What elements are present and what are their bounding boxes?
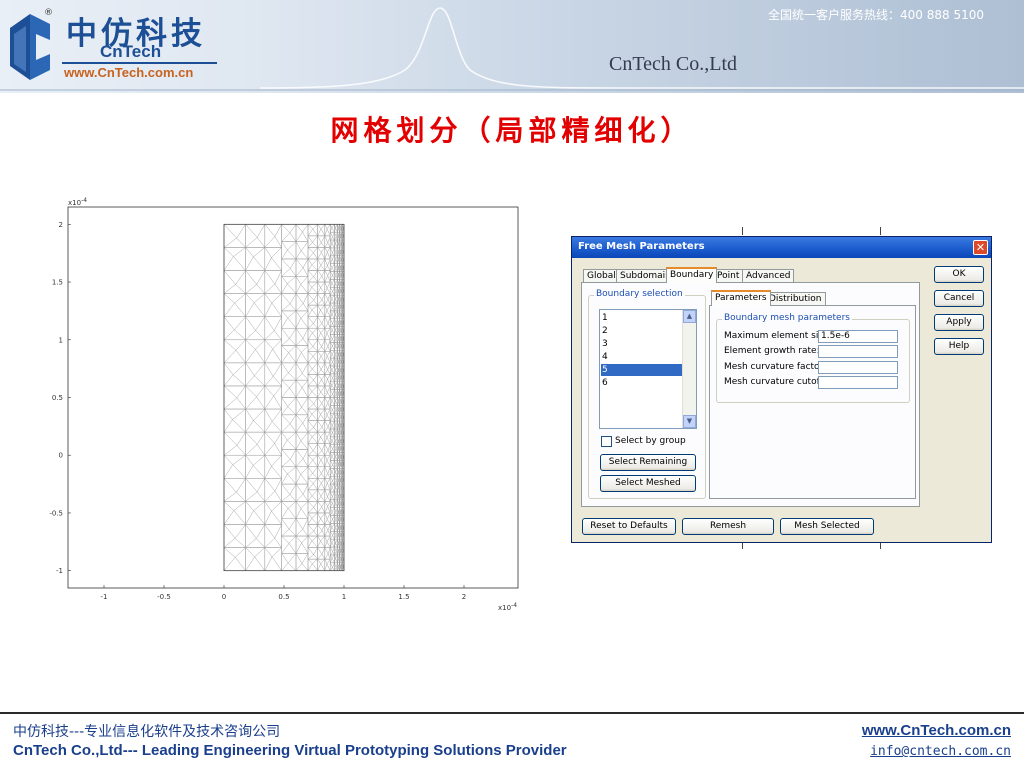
x-tick-label: -0.5: [157, 593, 171, 601]
select-remaining-button[interactable]: Select Remaining: [600, 454, 696, 471]
x-tick-label: 2: [462, 593, 466, 601]
scroll-up-icon[interactable]: ▲: [683, 310, 696, 323]
scroll-down-icon[interactable]: ▼: [683, 415, 696, 428]
tab-global[interactable]: Global: [583, 269, 620, 283]
x-tick-label: 1: [342, 593, 346, 601]
dialog-titlebar[interactable]: Free Mesh Parameters ✕: [572, 237, 991, 258]
cancel-button[interactable]: Cancel: [934, 290, 984, 307]
y-tick-label: 0.5: [52, 394, 63, 402]
footer-email-link[interactable]: info@cntech.com.cn: [870, 744, 1011, 759]
list-item[interactable]: 3: [601, 338, 683, 350]
svg-text:x10-4: x10-4: [498, 602, 517, 612]
remesh-button[interactable]: Remesh: [682, 518, 774, 535]
mesh-curvature-factor-field[interactable]: [818, 361, 898, 374]
footer-english-tagline: CnTech Co.,Ltd--- Leading Engineering Vi…: [13, 742, 567, 759]
company-english-name: CnTech Co.,Ltd: [609, 53, 738, 75]
select-meshed-button[interactable]: Select Meshed: [600, 475, 696, 492]
x-tick-label: 1.5: [398, 593, 409, 601]
y-tick-label: 1: [59, 336, 63, 344]
footer-chinese-tagline: 中仿科技---专业信息化软件及技术咨询公司: [13, 724, 281, 740]
mesh-curvature-factor-label: Mesh curvature factor:: [724, 362, 827, 372]
help-button[interactable]: Help: [934, 338, 984, 355]
ok-button[interactable]: OK: [934, 266, 984, 283]
y-axis-exponent: -4: [81, 197, 87, 204]
mesh-curvature-cutoff-label: Mesh curvature cutoff:: [724, 377, 826, 387]
boundary-selection-label: Boundary selection: [594, 289, 685, 299]
max-element-size-field[interactable]: 1.5e-6: [818, 330, 898, 343]
slide-title: 网格划分（局部精细化）: [330, 114, 694, 147]
brand-url: www.CnTech.com.cn: [64, 65, 194, 80]
element-growth-rate-field[interactable]: [818, 345, 898, 358]
reset-to-defaults-button[interactable]: Reset to Defaults: [582, 518, 676, 535]
mesh-plot: -1 -0.5 0 0.5 1 1.5 221.510.50-0.5-1 x10-4 x10…: [49, 197, 519, 612]
tab-advanced[interactable]: Advanced: [742, 269, 795, 283]
footer-divider: [0, 712, 1024, 714]
x-tick-label: 0.5: [278, 593, 289, 601]
dialog-guide-tick: [742, 227, 743, 235]
y-tick-label: 2: [59, 221, 63, 229]
brand-english-name: CnTech: [100, 42, 162, 61]
boundary-tab-panel: Boundary selection 1 2 3 4 5 6 ▲ ▼ Selec…: [581, 282, 920, 507]
close-icon[interactable]: ✕: [973, 240, 988, 255]
listbox-scrollbar[interactable]: ▲ ▼: [682, 310, 696, 428]
x-axis-multiplier: x10: [498, 604, 511, 612]
list-item[interactable]: 1: [601, 312, 683, 324]
element-growth-rate-label: Element growth rate:: [724, 346, 820, 356]
cntech-logo-icon: [10, 14, 50, 80]
brand-divider: [62, 62, 217, 64]
subtab-parameters[interactable]: Parameters: [711, 290, 771, 306]
subtab-distribution[interactable]: Distribution: [765, 292, 826, 306]
y-axis-multiplier: x10: [68, 199, 81, 207]
hotline-text: 全国统一客户服务热线：400 888 5100: [768, 8, 984, 22]
free-mesh-parameters-dialog: Free Mesh Parameters ✕ Global Subdomain …: [571, 236, 992, 543]
boundary-mesh-parameters-label: Boundary mesh parameters: [722, 313, 852, 323]
y-tick-label: 1.5: [52, 279, 63, 287]
boundary-listbox[interactable]: 1 2 3 4 5 6 ▲ ▼: [599, 309, 697, 429]
parameters-subpanel: Boundary mesh parameters Maximum element…: [709, 305, 916, 499]
tab-point[interactable]: Point: [713, 269, 744, 283]
list-item[interactable]: 4: [601, 351, 683, 363]
y-tick-label: -1: [56, 567, 63, 575]
dialog-guide-tick: [880, 227, 881, 235]
list-item[interactable]: 6: [601, 377, 683, 389]
header-banner: ® 中仿科技 CnTech www.CnTech.com.cn 全国统一客户服务…: [0, 0, 1024, 93]
tab-boundary[interactable]: Boundary: [666, 267, 718, 283]
x-axis-exponent: -4: [511, 602, 517, 609]
dialog-title: Free Mesh Parameters: [578, 241, 705, 252]
list-item[interactable]: 2: [601, 325, 683, 337]
list-item-selected[interactable]: 5: [601, 364, 683, 376]
x-tick-label: 0: [222, 593, 226, 601]
select-by-group-label: Select by group: [615, 436, 686, 446]
max-element-size-label: Maximum element size:: [724, 331, 832, 341]
registered-mark: ®: [44, 8, 53, 18]
x-tick-label: -1: [101, 593, 108, 601]
footer-website-link[interactable]: www.CnTech.com.cn: [862, 722, 1011, 739]
mesh-curvature-cutoff-field[interactable]: [818, 376, 898, 389]
y-tick-label: 0: [59, 452, 63, 460]
mesh-selected-button[interactable]: Mesh Selected: [780, 518, 874, 535]
select-by-group-checkbox[interactable]: [601, 436, 612, 447]
apply-button[interactable]: Apply: [934, 314, 984, 331]
y-tick-label: -0.5: [49, 509, 63, 517]
svg-text:x10-4: x10-4: [68, 197, 87, 207]
